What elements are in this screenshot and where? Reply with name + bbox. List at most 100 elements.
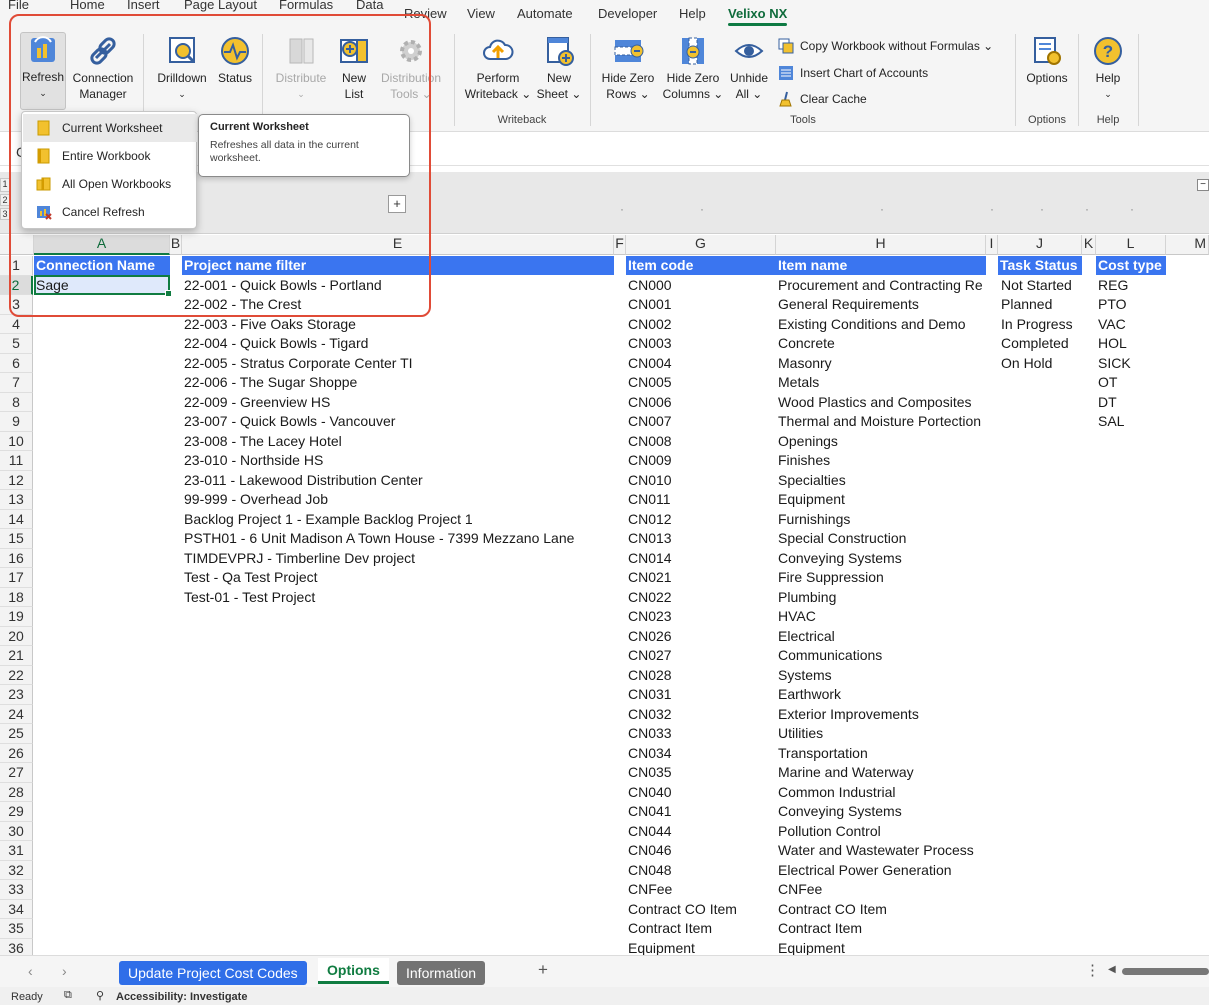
row-header[interactable]: 33 — [0, 880, 33, 900]
item-code-cell[interactable]: CN001 — [628, 295, 774, 315]
item-name-cell[interactable]: Fire Suppression — [778, 568, 986, 588]
row-header[interactable]: 1 — [0, 256, 33, 276]
item-name-cell[interactable]: HVAC — [778, 607, 986, 627]
item-name-cell[interactable]: Metals — [778, 373, 986, 393]
project-cell[interactable]: 22-005 - Stratus Corporate Center TI — [184, 354, 612, 374]
header-task-status[interactable]: Task Status — [998, 256, 1082, 275]
row-header[interactable]: 19 — [0, 607, 33, 627]
item-name-cell[interactable]: Electrical Power Generation — [778, 861, 986, 881]
row-header[interactable]: 24 — [0, 704, 33, 724]
item-name-cell[interactable]: Earthwork — [778, 685, 986, 705]
project-cell[interactable]: 99-999 - Overhead Job — [184, 490, 612, 510]
item-name-cell[interactable]: Common Industrial — [778, 783, 986, 803]
row-header[interactable]: 23 — [0, 685, 33, 705]
item-name-cell[interactable]: Furnishings — [778, 510, 986, 530]
item-code-cell[interactable]: CN041 — [628, 802, 774, 822]
item-code-cell[interactable]: CN040 — [628, 783, 774, 803]
row-header[interactable]: 22 — [0, 665, 33, 685]
item-name-cell[interactable]: Conveying Systems — [778, 549, 986, 569]
tab-velixo-nx[interactable]: Velixo NX — [728, 6, 788, 26]
item-code-cell[interactable]: CN021 — [628, 568, 774, 588]
item-code-cell[interactable]: CN034 — [628, 744, 774, 764]
column-header-j[interactable]: J — [998, 235, 1082, 255]
item-code-cell[interactable]: CN032 — [628, 705, 774, 725]
project-cell[interactable]: 23-010 - Northside HS — [184, 451, 612, 471]
row-header[interactable]: 32 — [0, 860, 33, 880]
column-header-a[interactable]: A — [34, 235, 170, 255]
item-code-cell[interactable]: CN031 — [628, 685, 774, 705]
item-code-cell[interactable]: CN007 — [628, 412, 774, 432]
menu-item-cancel-refresh[interactable]: Cancel Refresh — [23, 198, 197, 226]
cost-type-cell[interactable]: SAL — [1098, 412, 1164, 432]
column-header-i[interactable]: I — [986, 235, 998, 255]
column-header-e[interactable]: E — [182, 235, 614, 255]
task-status-cell[interactable]: In Progress — [1001, 315, 1082, 335]
status-button[interactable]: Status — [214, 34, 256, 86]
item-code-cell[interactable]: CN005 — [628, 373, 774, 393]
cost-type-cell[interactable]: VAC — [1098, 315, 1164, 335]
connection-manager-button[interactable]: Connection Manager — [68, 34, 138, 102]
outline-level-2[interactable]: 2 — [0, 194, 10, 206]
distribute-button[interactable]: Distribute ⌄ — [270, 34, 332, 102]
clear-cache-button[interactable]: Clear Cache — [778, 91, 867, 107]
tab-formulas[interactable]: Formulas — [279, 0, 333, 12]
expand-group-button[interactable]: + — [388, 195, 406, 213]
cost-type-cell[interactable]: PTO — [1098, 295, 1164, 315]
item-name-cell[interactable]: General Requirements — [778, 295, 986, 315]
project-cell[interactable]: 22-004 - Quick Bowls - Tigard — [184, 334, 612, 354]
header-project-name-filter[interactable]: Project name filter — [182, 256, 614, 275]
task-status-cell[interactable]: On Hold — [1001, 354, 1082, 374]
column-header-h[interactable]: H — [776, 235, 986, 255]
item-code-cell[interactable]: CN026 — [628, 627, 774, 647]
item-code-cell[interactable]: Contract CO Item — [628, 900, 774, 920]
item-name-cell[interactable]: Marine and Waterway — [778, 763, 986, 783]
task-status-cell[interactable]: Completed — [1001, 334, 1082, 354]
copy-workbook-button[interactable]: Copy Workbook without Formulas ⌄ — [778, 38, 993, 54]
cost-type-cell[interactable]: DT — [1098, 393, 1164, 413]
item-code-cell[interactable]: CN008 — [628, 432, 774, 452]
cost-type-cell[interactable]: SICK — [1098, 354, 1164, 374]
item-code-cell[interactable]: CN028 — [628, 666, 774, 686]
scroll-tabs-left-icon[interactable]: ‹ — [28, 963, 33, 979]
item-name-cell[interactable]: Pollution Control — [778, 822, 986, 842]
menu-item-current-worksheet[interactable]: Current Worksheet — [23, 114, 197, 142]
row-header[interactable]: 11 — [0, 451, 33, 471]
new-sheet-button[interactable]: New Sheet ⌄ — [536, 34, 582, 102]
task-status-cell[interactable]: Planned — [1001, 295, 1082, 315]
header-item-name[interactable]: Item name — [776, 256, 986, 275]
row-header[interactable]: 7 — [0, 373, 33, 393]
project-cell[interactable]: Test-01 - Test Project — [184, 588, 612, 608]
tab-file[interactable]: File — [8, 0, 29, 12]
project-cell[interactable]: Test - Qa Test Project — [184, 568, 612, 588]
row-header[interactable]: 21 — [0, 646, 33, 666]
row-header[interactable]: 13 — [0, 490, 33, 510]
project-cell[interactable]: 22-001 - Quick Bowls - Portland — [184, 276, 612, 296]
add-sheet-button[interactable]: + — [538, 960, 548, 980]
row-header[interactable]: 25 — [0, 724, 33, 744]
refresh-button[interactable]: Refresh ⌄ — [20, 32, 66, 110]
help-button[interactable]: ? Help ⌄ — [1086, 34, 1130, 102]
item-name-cell[interactable]: Openings — [778, 432, 986, 452]
unhide-all-button[interactable]: Unhide All ⌄ — [728, 34, 770, 102]
item-name-cell[interactable]: Contract CO Item — [778, 900, 986, 920]
drilldown-button[interactable]: Drilldown ⌄ — [152, 34, 212, 102]
row-header[interactable]: 2 — [0, 275, 33, 295]
item-code-cell[interactable]: CN011 — [628, 490, 774, 510]
hide-zero-rows-button[interactable]: Hide Zero Rows ⌄ — [598, 34, 658, 102]
item-code-cell[interactable]: CNFee — [628, 880, 774, 900]
header-cost-type[interactable]: Cost type — [1096, 256, 1166, 275]
item-code-cell[interactable]: CN009 — [628, 451, 774, 471]
item-code-cell[interactable]: CN006 — [628, 393, 774, 413]
column-header-g[interactable]: G — [626, 235, 776, 255]
item-code-cell[interactable]: Contract Item — [628, 919, 774, 939]
row-header[interactable]: 26 — [0, 743, 33, 763]
item-code-cell[interactable]: CN046 — [628, 841, 774, 861]
item-code-cell[interactable]: CN035 — [628, 763, 774, 783]
sheet-tab-update-project-cost-codes[interactable]: Update Project Cost Codes — [119, 961, 307, 985]
row-header[interactable]: 6 — [0, 353, 33, 373]
outline-level-1[interactable]: 1 — [0, 178, 10, 192]
item-name-cell[interactable]: Contract Item — [778, 919, 986, 939]
row-header[interactable]: 16 — [0, 548, 33, 568]
perform-writeback-button[interactable]: Perform Writeback ⌄ — [462, 34, 534, 102]
tab-automate[interactable]: Automate — [517, 6, 573, 21]
